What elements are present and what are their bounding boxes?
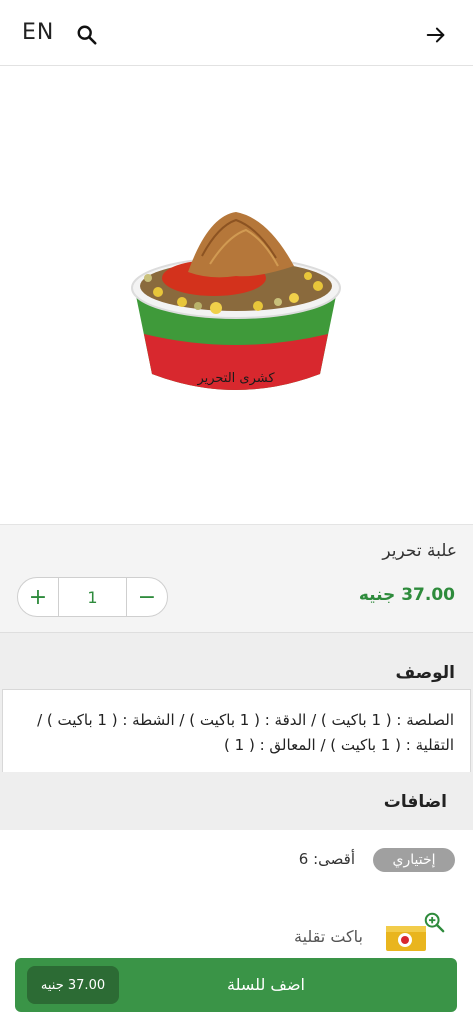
product-image-area: كشرى التحرير K O S H A R Y bbox=[0, 66, 473, 590]
addons-title: اضافات bbox=[383, 792, 447, 812]
svg-text:كشرى التحرير: كشرى التحرير bbox=[196, 371, 275, 386]
increase-button[interactable]: + bbox=[18, 578, 58, 616]
add-to-cart-button[interactable]: اضف للسلة 37.00 جنيه bbox=[15, 958, 457, 1012]
top-bar: EN bbox=[0, 0, 473, 66]
arrow-right-icon[interactable] bbox=[425, 24, 447, 46]
addon-name: باكت تقلية bbox=[294, 927, 363, 946]
addons-header: اضافات bbox=[0, 772, 473, 830]
svg-text:K O S H A R Y: K O S H A R Y bbox=[212, 392, 260, 400]
product-info: علبة تحرير 37.00 جنيه + 1 − bbox=[0, 524, 473, 632]
description-section: الوصف الصلصة : ( 1 باكيت ) / الدقة : ( 1… bbox=[0, 632, 473, 773]
search-icon[interactable] bbox=[76, 24, 98, 46]
language-toggle[interactable]: EN bbox=[22, 20, 54, 45]
zoom-in-icon[interactable] bbox=[423, 911, 445, 933]
product-image: كشرى التحرير K O S H A R Y bbox=[131, 212, 341, 400]
decrease-button[interactable]: − bbox=[127, 578, 167, 616]
addon-item[interactable]: باكت تقلية bbox=[0, 905, 473, 965]
description-heading: الوصف bbox=[395, 663, 455, 683]
optional-badge: إختياري bbox=[373, 848, 455, 872]
cart-price-badge: 37.00 جنيه bbox=[27, 966, 119, 1004]
description-text: الصلصة : ( 1 باكيت ) / الدقة : ( 1 باكيت… bbox=[2, 689, 471, 773]
quantity-value: 1 bbox=[58, 578, 127, 616]
addon-image bbox=[386, 926, 426, 951]
product-title: علبة تحرير bbox=[382, 541, 457, 561]
quantity-stepper: + 1 − bbox=[17, 577, 168, 617]
product-price: 37.00 جنيه bbox=[358, 585, 455, 605]
max-selection-label: أقصى: 6 bbox=[298, 850, 355, 868]
